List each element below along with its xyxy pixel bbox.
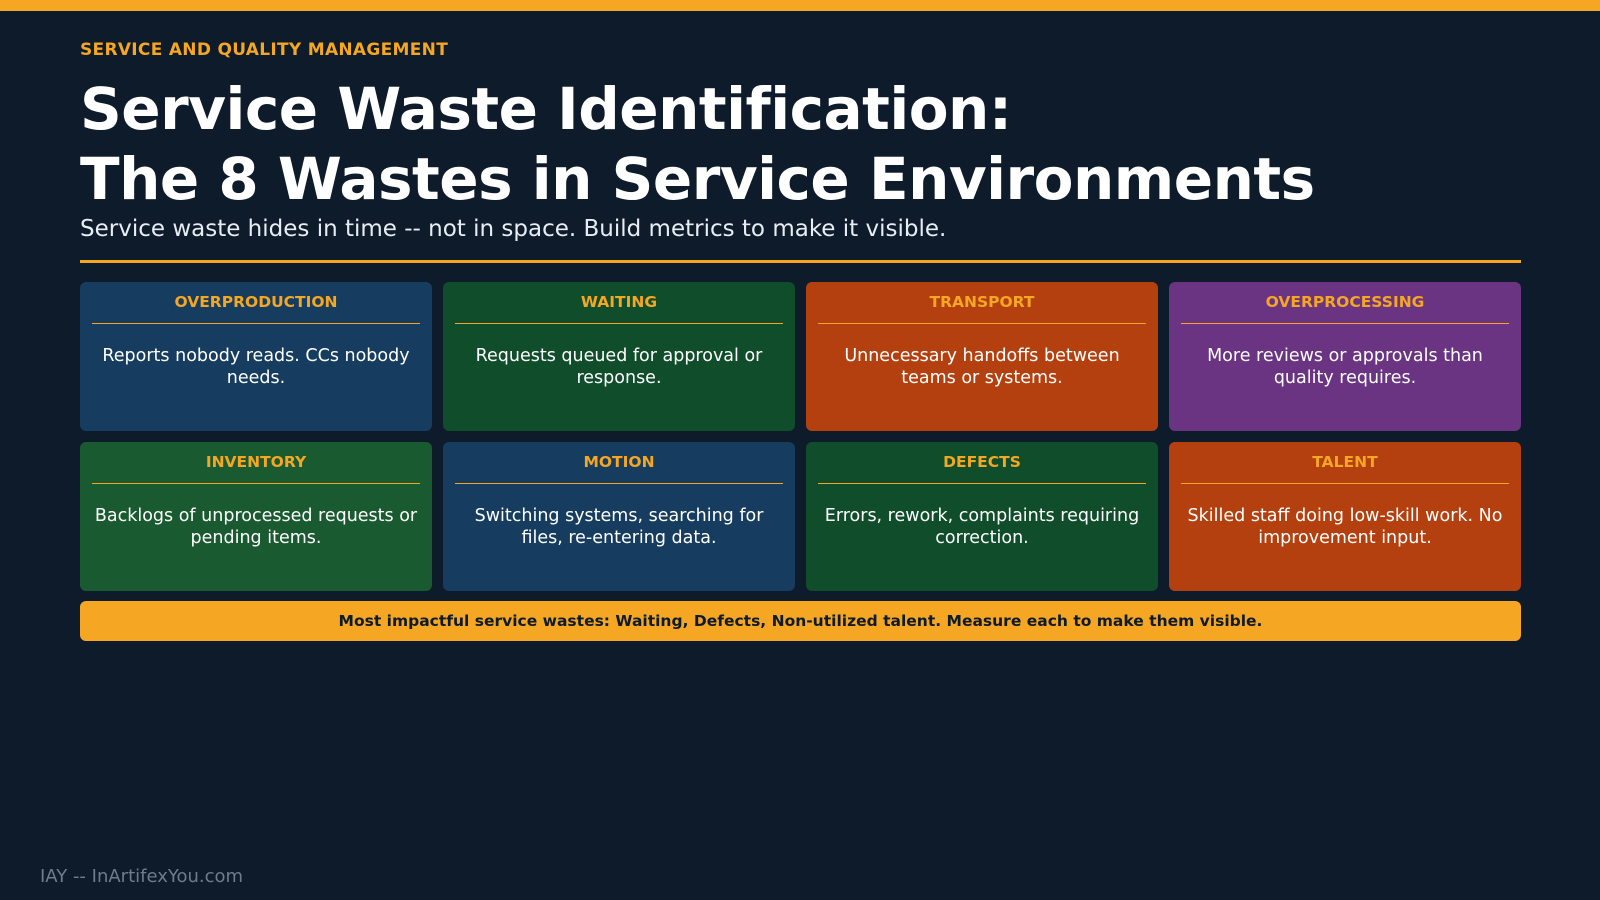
waste-card-title: TALENT	[1181, 442, 1509, 484]
waste-card-talent: TALENT Skilled staff doing low-skill wor…	[1169, 442, 1521, 591]
waste-card-title: OVERPROCESSING	[1181, 282, 1509, 324]
key-takeaway-banner: Most impactful service wastes: Waiting, …	[80, 601, 1521, 641]
title-line-1: Service Waste Identification:	[80, 75, 1012, 143]
waste-card-description: Requests queued for approval or response…	[475, 346, 763, 388]
header-divider	[80, 260, 1521, 263]
waste-card-description: Switching systems, searching for files, …	[474, 506, 764, 548]
waste-card-description: Reports nobody reads. CCs nobody needs.	[102, 346, 410, 388]
waste-card-title: WAITING	[455, 282, 783, 324]
waste-card-inventory: INVENTORY Backlogs of unprocessed reques…	[80, 442, 432, 591]
waste-card-description: Skilled staff doing low-skill work. No i…	[1187, 506, 1503, 548]
waste-card-title: TRANSPORT	[818, 282, 1146, 324]
page-title: Service Waste Identification: The 8 Wast…	[80, 74, 1315, 214]
waste-card-transport: TRANSPORT Unnecessary handoffs between t…	[806, 282, 1158, 431]
waste-card-title: INVENTORY	[92, 442, 420, 484]
waste-card-title: MOTION	[455, 442, 783, 484]
waste-card-motion: MOTION Switching systems, searching for …	[443, 442, 795, 591]
waste-card-description: Errors, rework, complaints requiring cor…	[824, 506, 1140, 548]
page-subtitle: Service waste hides in time -- not in sp…	[80, 216, 947, 242]
waste-card-waiting: WAITING Requests queued for approval or …	[443, 282, 795, 431]
top-accent-bar	[0, 0, 1600, 11]
footer-credit: IAY -- InArtifexYou.com	[40, 866, 244, 887]
waste-card-overprocessing: OVERPROCESSING More reviews or approvals…	[1169, 282, 1521, 431]
waste-card-description: Unnecessary handoffs between teams or sy…	[844, 346, 1120, 388]
waste-card-title: DEFECTS	[818, 442, 1146, 484]
title-line-2: The 8 Wastes in Service Environments	[80, 145, 1315, 213]
waste-card-overproduction: OVERPRODUCTION Reports nobody reads. CCs…	[80, 282, 432, 431]
waste-card-description: More reviews or approvals than quality r…	[1207, 346, 1483, 388]
section-eyebrow: SERVICE AND QUALITY MANAGEMENT	[80, 40, 449, 60]
waste-card-defects: DEFECTS Errors, rework, complaints requi…	[806, 442, 1158, 591]
waste-card-grid: OVERPRODUCTION Reports nobody reads. CCs…	[80, 282, 1521, 591]
waste-card-title: OVERPRODUCTION	[92, 282, 420, 324]
waste-card-description: Backlogs of unprocessed requests or pend…	[94, 506, 418, 548]
